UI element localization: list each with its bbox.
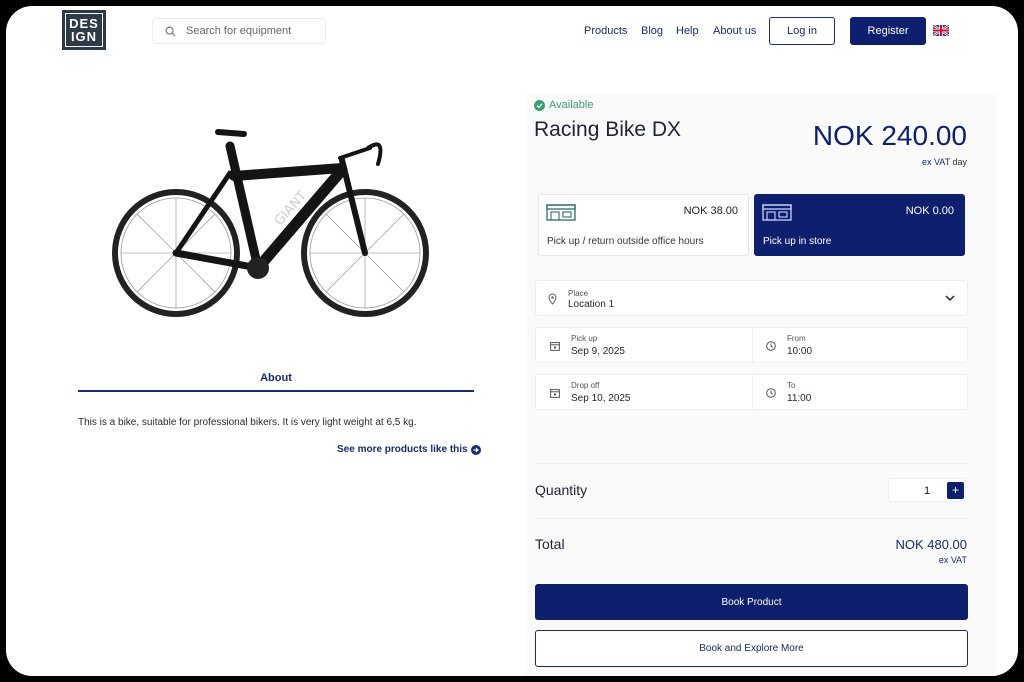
pickup-date-label: Pick up [571, 334, 598, 343]
nav-about-us[interactable]: About us [713, 25, 756, 37]
store-icon [762, 204, 792, 221]
pickup-row: Pick up Sep 9, 2025 From 10:00 [535, 327, 968, 363]
option-label: Pick up in store [763, 236, 832, 247]
availability-status: Available [534, 99, 593, 111]
tab-about[interactable]: About [78, 372, 474, 392]
option-price: NOK 0.00 [905, 205, 954, 217]
search-icon [165, 26, 176, 37]
price-vat: ex VAT [921, 157, 950, 167]
logo-line-2: IGN [70, 29, 98, 44]
option-pickup-in-store[interactable]: NOK 0.00 Pick up in store [754, 194, 965, 256]
option-label: Pick up / return outside office hours [547, 236, 704, 247]
dropoff-date-label: Drop off [571, 381, 600, 390]
search-input[interactable] [186, 25, 316, 37]
dropoff-time-label: To [787, 381, 796, 390]
bike-image: GIANT [112, 129, 429, 317]
dropoff-row: Drop off Sep 10, 2025 To 11:00 [535, 374, 968, 410]
quantity-plus-button[interactable]: + [947, 482, 964, 499]
price-unit: ex VAT day [922, 157, 967, 167]
dropoff-date[interactable]: Sep 10, 2025 [571, 393, 631, 404]
calendar-icon [550, 342, 560, 351]
place-value: Location 1 [568, 299, 615, 310]
pickup-date[interactable]: Sep 9, 2025 [571, 346, 625, 357]
place-select[interactable]: Place Location 1 [535, 280, 968, 316]
price-period: day [952, 157, 967, 167]
availability-label: Available [549, 99, 594, 111]
total-vat: ex VAT [938, 555, 967, 565]
book-product-button[interactable]: Book Product [535, 584, 968, 620]
option-outside-hours[interactable]: NOK 38.00 Pick up / return outside offic… [538, 194, 749, 256]
see-more-link[interactable]: See more products like this [337, 444, 481, 455]
quantity-label: Quantity [535, 482, 588, 498]
register-button[interactable]: Register [850, 17, 926, 45]
uk-flag-icon[interactable] [933, 25, 949, 36]
option-price: NOK 38.00 [683, 205, 738, 217]
store-icon [546, 204, 576, 221]
place-label: Place [568, 289, 589, 298]
nav-products[interactable]: Products [584, 25, 627, 37]
total-value: NOK 480.00 [895, 537, 967, 552]
arrow-right-icon [470, 444, 481, 455]
check-circle-icon [534, 99, 545, 111]
product-title: Racing Bike DX [534, 118, 682, 141]
nav-blog[interactable]: Blog [641, 25, 663, 37]
logo[interactable]: DES IGN [62, 10, 106, 50]
pickup-time[interactable]: 10:00 [787, 346, 812, 357]
quantity-value[interactable]: 1 [924, 485, 930, 497]
book-and-explore-button[interactable]: Book and Explore More [535, 630, 968, 667]
dropoff-time[interactable]: 11:00 [787, 393, 811, 404]
product-price: NOK 240.00 [812, 120, 967, 151]
see-more-label: See more products like this [337, 444, 468, 455]
pickup-time-label: From [787, 334, 806, 343]
calendar-icon [550, 389, 560, 398]
login-button[interactable]: Log in [769, 17, 835, 45]
clock-icon [766, 388, 776, 398]
search-box[interactable] [152, 18, 326, 44]
app-window: DES IGN Products Blog Help About us Log … [6, 6, 1018, 676]
nav-help[interactable]: Help [676, 25, 699, 37]
field-divider [752, 328, 753, 362]
location-pin-icon [548, 293, 557, 305]
clock-icon [766, 341, 776, 351]
chevron-down-icon [945, 295, 955, 302]
total-label: Total [535, 536, 565, 552]
divider [535, 518, 968, 519]
field-divider [752, 375, 753, 409]
divider [535, 463, 968, 464]
product-description: This is a bike, suitable for professiona… [78, 417, 417, 428]
